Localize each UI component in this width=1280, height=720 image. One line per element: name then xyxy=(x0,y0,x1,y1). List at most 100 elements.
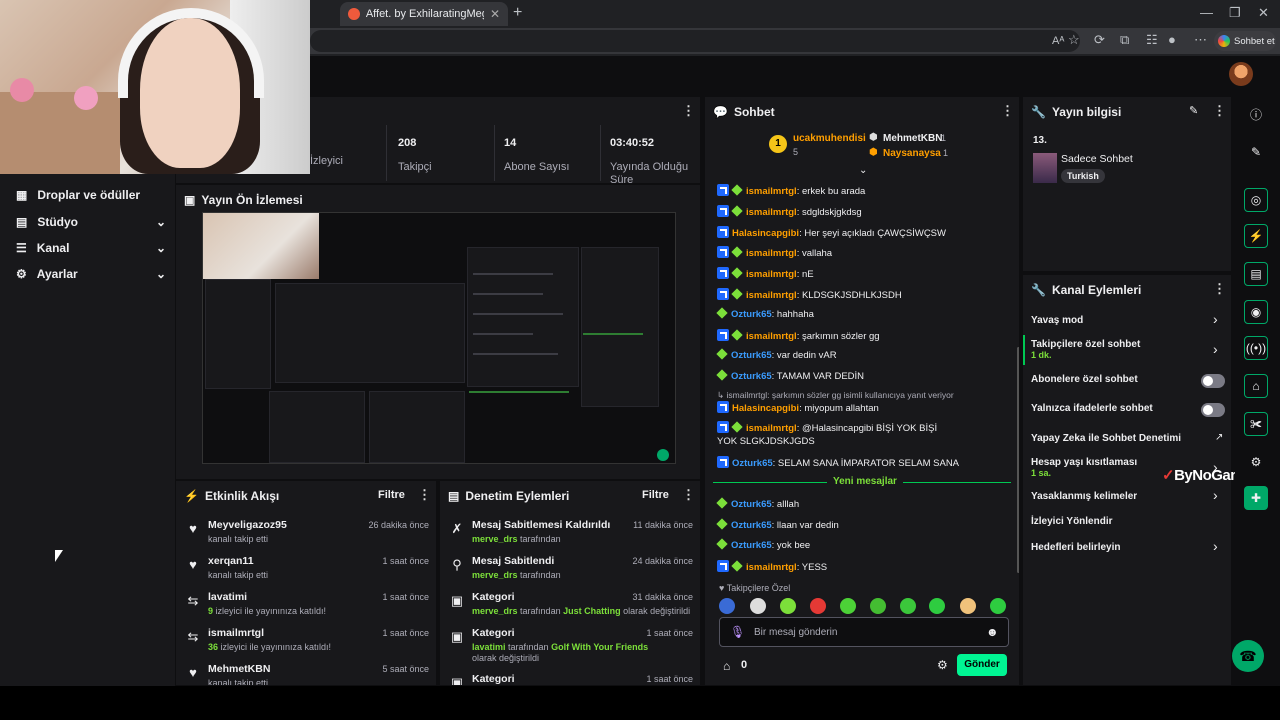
emote-icon[interactable] xyxy=(960,598,976,614)
headset-help-icon[interactable]: ☎ xyxy=(1232,640,1264,672)
new-tab-button[interactable]: + xyxy=(513,5,522,21)
nav-settings[interactable]: ⚙ Ayarlar ⌄ xyxy=(16,267,166,281)
broadcast-icon[interactable]: ((•)) xyxy=(1244,336,1268,360)
url-input[interactable] xyxy=(310,30,1080,52)
nav-drops[interactable]: ▦ Droplar ve ödüller xyxy=(16,188,166,202)
collections-icon[interactable]: ☷ xyxy=(1146,33,1158,47)
emote-icon[interactable] xyxy=(810,598,826,614)
window-close-icon[interactable]: ✕ xyxy=(1258,6,1269,20)
tab-close-icon[interactable]: ✕ xyxy=(490,7,500,21)
stream-preview-video[interactable] xyxy=(202,212,676,464)
wrench-icon: 🔧 xyxy=(1031,283,1046,297)
action-slow-mode[interactable]: Yavaş mod xyxy=(1031,315,1231,326)
leader-2-name[interactable]: MehmetKBN xyxy=(883,133,942,144)
chevron-right-icon[interactable]: › xyxy=(1213,538,1218,554)
emotes-only-toggle[interactable] xyxy=(1201,403,1225,417)
send-button[interactable]: Gönder xyxy=(957,654,1007,676)
extensions-icon[interactable]: ⟳ xyxy=(1094,33,1105,47)
note-icon[interactable]: ▤ xyxy=(1244,262,1268,286)
store-icon[interactable]: ⌂ xyxy=(1244,374,1268,398)
action-banned-words[interactable]: Yasaklanmış kelimeler xyxy=(1031,491,1231,502)
collapse-chevron-icon[interactable]: ⌄ xyxy=(859,165,867,176)
heart-icon: ♥ xyxy=(189,557,197,572)
emote-icon[interactable] xyxy=(929,598,945,614)
followers-label: Takipçi xyxy=(398,161,432,173)
action-goals[interactable]: Hedefleri belirleyin xyxy=(1031,542,1231,553)
chevron-right-icon[interactable]: › xyxy=(1213,487,1218,503)
favorite-star-icon[interactable]: ☆ xyxy=(1068,33,1080,47)
emote-icon[interactable] xyxy=(750,598,766,614)
action-followers-only[interactable]: Takipçilere özel sohbet 1 dk. xyxy=(1031,339,1231,360)
leader-3-score: 1 xyxy=(943,148,949,158)
add-widget-icon[interactable]: ✚ xyxy=(1244,486,1268,510)
channel-points-icon[interactable]: ⌂ xyxy=(723,659,730,673)
read-aloud-icon[interactable]: Aᴬ xyxy=(1052,34,1064,48)
subs-only-toggle[interactable] xyxy=(1201,374,1225,388)
microphone-icon[interactable]: 🎙 xyxy=(730,625,745,639)
stats-menu-icon[interactable]: ⋮ xyxy=(682,103,695,119)
twitch-header xyxy=(310,56,1280,96)
leader-1-name[interactable]: ucakmuhendisi xyxy=(793,133,866,144)
user-avatar[interactable] xyxy=(1229,62,1253,86)
activity-menu-icon[interactable]: ⋮ xyxy=(418,487,431,503)
chat-input-placeholder: Bir mesaj gönderin xyxy=(754,627,838,638)
chat-message: ismailmrtgl: @Halasincapgibi BİŞİ YOK Bİ… xyxy=(717,421,938,447)
emote-picker-icon[interactable]: ☻ xyxy=(986,625,999,639)
chat-settings-icon[interactable]: ⚙ xyxy=(937,658,948,672)
emote-icon[interactable] xyxy=(840,598,856,614)
external-link-icon[interactable]: ↗ xyxy=(1215,432,1223,443)
more-icon[interactable]: ⋯ xyxy=(1194,33,1207,47)
moderation-menu-icon[interactable]: ⋮ xyxy=(682,487,695,503)
emote-icon[interactable] xyxy=(990,598,1006,614)
chevron-right-icon[interactable]: › xyxy=(1213,341,1218,357)
activity-item: ⇆ lavatimi 9 izleyici ile yayınınıza kat… xyxy=(184,589,429,623)
info-icon[interactable]: ⓘ xyxy=(1244,102,1268,126)
action-raid[interactable]: İzleyici Yönlendir xyxy=(1031,516,1231,527)
activity-filter-button[interactable]: Filtre xyxy=(378,489,405,501)
wrench-icon[interactable]: ✀ xyxy=(1244,412,1268,436)
edit-icon[interactable]: ✎ xyxy=(1244,140,1268,164)
address-bar-row: Aᴬ ☆ ⟳ ⧉ ☷ ● ⋯ Sohbet et xyxy=(310,28,1280,54)
leader-3-name[interactable]: Naysanaysa xyxy=(883,148,941,159)
minimize-icon[interactable]: — xyxy=(1200,6,1213,20)
settings-icon[interactable]: ⚙ xyxy=(1244,450,1268,474)
edit-pencil-icon[interactable]: ✎ xyxy=(1189,104,1198,117)
tag-badge[interactable]: Turkish xyxy=(1061,169,1105,183)
split-icon[interactable]: ⧉ xyxy=(1120,33,1129,47)
activity-item: ⇆ ismailmrtgl 36 izleyici ile yayınınıza… xyxy=(184,625,429,659)
activity-user[interactable]: ismailmrtgl xyxy=(208,627,264,639)
maximize-icon[interactable]: ❐ xyxy=(1229,6,1241,20)
nav-studio[interactable]: ▤ Stüdyo ⌄ xyxy=(16,215,166,229)
copilot-button[interactable]: Sohbet et xyxy=(1214,31,1276,51)
category-thumbnail[interactable] xyxy=(1033,153,1057,183)
chat-input[interactable]: 🎙 Bir mesaj gönderin ☻ xyxy=(719,617,1009,647)
channel-actions-menu-icon[interactable]: ⋮ xyxy=(1213,281,1226,297)
chat-menu-icon[interactable]: ⋮ xyxy=(1001,103,1014,119)
activity-user[interactable]: xerqan11 xyxy=(208,555,254,567)
emote-icon[interactable] xyxy=(719,598,735,614)
activity-user[interactable]: lavatimi xyxy=(208,591,247,603)
emote-icon[interactable] xyxy=(900,598,916,614)
activity-desc: kanalı takip etti xyxy=(208,678,269,686)
chevron-right-icon[interactable]: › xyxy=(1213,311,1218,327)
browser-tab[interactable]: Affet. by ExhilaratingMegaphones ✕ xyxy=(340,2,508,26)
nav-channel[interactable]: ☰ Kanal ⌄ xyxy=(16,241,166,255)
chat-message: ismailmrtgl: KLDSGKJSDHLKJSDH xyxy=(717,288,1007,302)
uptime-value: 03:40:52 xyxy=(610,137,655,149)
chat-scrollbar[interactable] xyxy=(1017,347,1019,573)
profile-icon[interactable]: ● xyxy=(1168,33,1176,47)
activity-user[interactable]: MehmetKBN xyxy=(208,663,270,675)
stream-info-menu-icon[interactable]: ⋮ xyxy=(1213,103,1226,119)
activity-user[interactable]: Meyveligazoz95 xyxy=(208,519,287,531)
gift-icon: ▦ xyxy=(16,188,28,202)
bolt-icon[interactable]: ⚡ xyxy=(1244,224,1268,248)
emote-icon[interactable] xyxy=(870,598,886,614)
moderation-filter-button[interactable]: Filtre xyxy=(642,489,669,501)
chat-message: Ozturk65: alllah xyxy=(716,497,1007,511)
list-icon: ▤ xyxy=(448,489,460,503)
action-ai-moderation[interactable]: Yapay Zeka ile Sohbet Denetimi xyxy=(1031,433,1231,444)
emote-icon[interactable] xyxy=(780,598,796,614)
chat-icon[interactable]: ◉ xyxy=(1244,300,1268,324)
heart-icon: ♥ xyxy=(189,521,197,536)
clip-icon[interactable]: ◎ xyxy=(1244,188,1268,212)
